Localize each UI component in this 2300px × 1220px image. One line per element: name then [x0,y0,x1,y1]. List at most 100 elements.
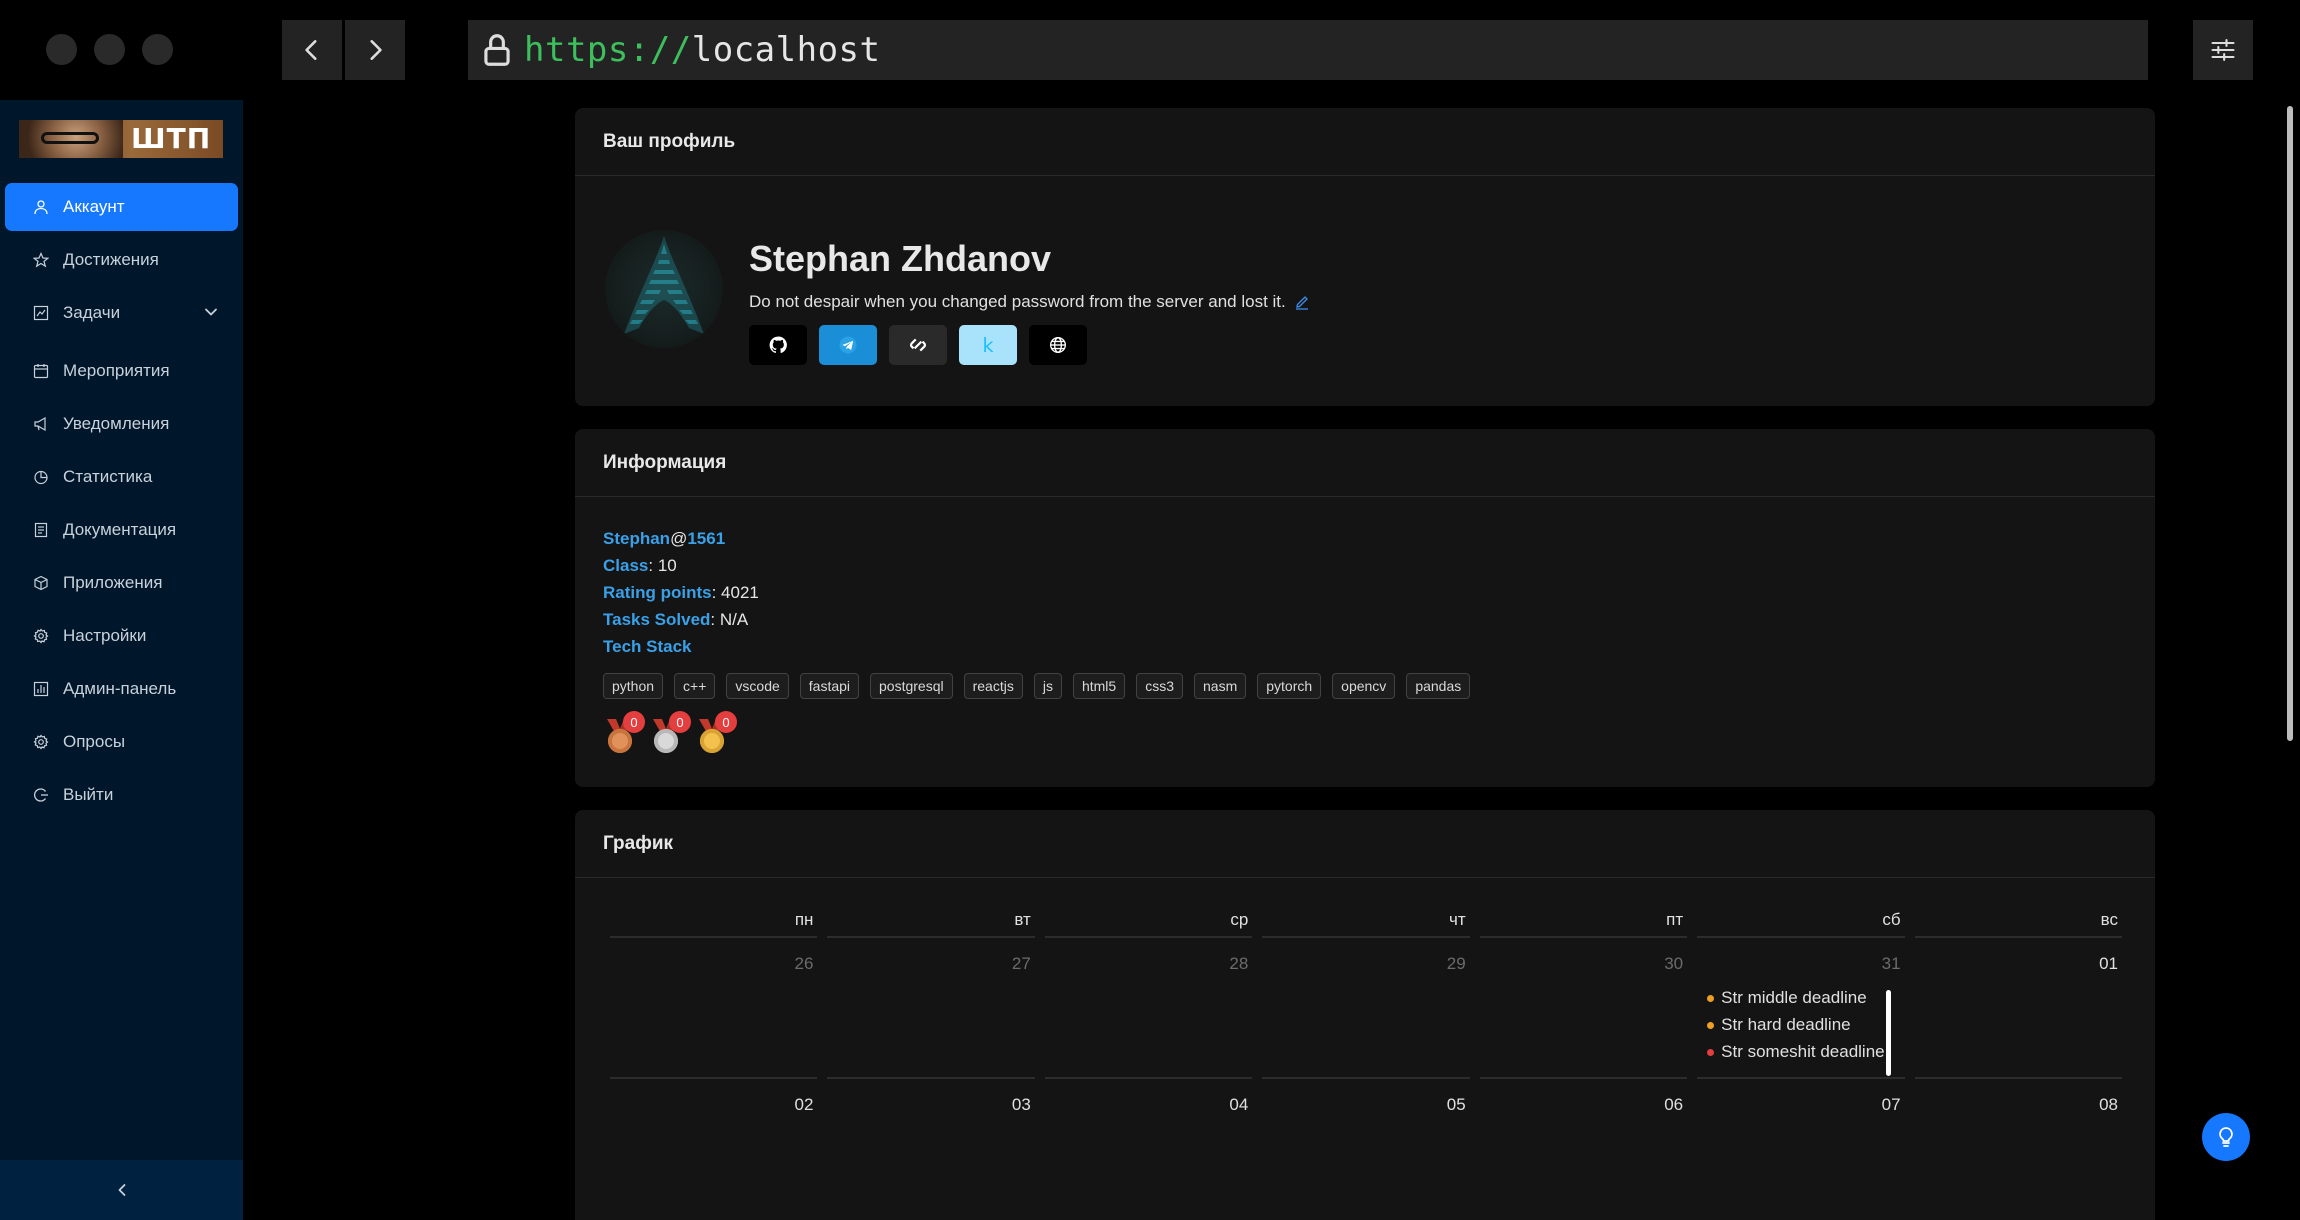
calendar-day-cell[interactable]: 06 [1480,1087,1687,1157]
globe-icon [1050,337,1066,353]
arch-logo-avatar-image [624,236,704,334]
calendar-day-cell[interactable]: 27 [827,946,1035,1079]
day-number: 05 [1446,1095,1466,1114]
calendar-event[interactable]: Str middle deadline [1705,984,1885,1011]
bronze-medal-icon [608,729,632,753]
calendar-day-cell[interactable]: 04 [1045,1087,1252,1157]
tasks-value: : N/A [710,610,749,629]
chevron-down-icon[interactable] [204,305,218,319]
sidebar-item-achievements[interactable]: Достижения [5,236,238,284]
sidebar-item-events[interactable]: Мероприятия [5,347,238,395]
logout-icon [34,788,48,802]
weekday-label: вс [1914,910,2122,938]
day-number: 30 [1664,954,1684,973]
calendar-day-cell[interactable]: 02 [610,1087,817,1157]
megaphone-icon [34,416,46,432]
document-icon [34,522,48,538]
class-value: : 10 [648,556,677,575]
silver-medal-icon [654,729,678,753]
gear-icon [33,734,49,750]
gear-icon [33,628,49,644]
rating-value: : 4021 [711,583,759,602]
site-logo[interactable]: ШТП [19,120,223,158]
sidebar-collapse-button[interactable] [0,1160,243,1220]
edit-pencil-icon[interactable] [1294,294,1310,310]
info-stack-row: Tech Stack [603,633,759,660]
sidebar-item-settings[interactable]: Настройки [5,612,238,660]
user-id-link[interactable]: 1561 [687,529,725,548]
events-scrollbar[interactable] [1885,990,1891,1076]
sidebar-item-logout[interactable]: Выйти [5,771,238,819]
weekday-label: чт [1262,910,1470,938]
calendar-day-cell[interactable]: 28 [1044,946,1253,1079]
sidebar-item-surveys[interactable]: Опросы [5,718,238,766]
stepik-button[interactable] [889,325,947,365]
sidebar-item-label: Документация [63,520,177,539]
sidebar-item-account[interactable]: Аккаунт [5,183,238,231]
tech-tag: js [1033,673,1062,699]
schedule-card: График пн вт ср чт пт сб вс 26 27 28 29 … [575,810,2155,1220]
sidebar-item-label: Настройки [63,626,147,645]
browser-settings-button[interactable] [2193,20,2253,80]
sidebar-item-documentation[interactable]: Документация [5,506,238,554]
calendar-day-cell[interactable]: 29 [1262,946,1470,1079]
calendar-event[interactable]: Str hard deadline [1705,1011,1885,1038]
page-scrollbar[interactable] [2287,106,2293,741]
weekday-label: пн [610,910,818,938]
logo-text: ШТП [131,122,212,155]
gold-medal-icon [700,729,724,753]
tech-stack-tags: python c++ vscode fastapi postgresql rea… [603,673,1471,699]
info-class-row: Class: 10 [603,552,759,579]
forward-button[interactable] [345,20,405,80]
window-close-dot[interactable] [46,34,77,65]
calendar-day-cell[interactable]: 05 [1262,1087,1469,1157]
profile-status-text: Do not despair when you changed password… [749,292,1286,311]
back-button[interactable] [282,20,342,80]
chevron-right-icon [370,40,382,60]
chart-icon [33,305,49,321]
day-number: 28 [1229,954,1249,973]
window-maximize-dot[interactable] [142,34,173,65]
weekday-label: ср [1044,910,1253,938]
sidebar: ШТП Аккаунт Достижения Задачи Мероприяти… [0,100,243,1220]
sidebar-item-applications[interactable]: Приложения [5,559,238,607]
day-number: 08 [2099,1095,2118,1114]
address-bar[interactable]: https://localhost [468,20,2148,80]
calendar-day-cell[interactable]: 03 [827,1087,1034,1157]
pie-chart-icon [34,470,48,485]
tech-tag: reactjs [963,673,1023,699]
browser-toolbar: https://localhost [0,0,2300,100]
tech-tag: c++ [674,673,716,699]
calendar-day-cell[interactable]: 07 [1697,1087,1904,1157]
medals-row: 0 0 0 [603,711,737,755]
info-card-title: Информация [575,429,2155,497]
svg-text:k: k [982,336,994,354]
calendar-day-cell[interactable]: 31 Str middle deadline Str hard deadline… [1697,946,1905,1079]
info-details: Stephan@1561 Class: 10 Rating points: 40… [603,525,759,660]
tips-button[interactable] [2202,1113,2250,1161]
tech-tag: pandas [1406,673,1471,699]
info-card: Информация Stephan@1561 Class: 10 Rating… [575,429,2155,787]
sidebar-item-statistics[interactable]: Статистика [5,453,238,501]
user-icon [34,200,48,215]
lightbulb-icon [2219,1127,2233,1147]
sidebar-item-notifications[interactable]: Уведомления [5,400,238,448]
calendar-event[interactable]: Str someshit deadline [1705,1038,1885,1065]
telegram-button[interactable] [819,325,877,365]
logo-glasses [41,132,99,144]
sidebar-item-tasks[interactable]: Задачи [5,289,238,337]
github-button[interactable] [749,325,807,365]
tech-tag: fastapi [799,673,860,699]
website-button[interactable] [1029,325,1087,365]
calendar-day-cell[interactable]: 08 [1915,1087,2122,1157]
username-link[interactable]: Stephan [603,529,670,548]
calendar-day-cell[interactable]: 01 [1914,946,2122,1079]
calendar-day-cell[interactable]: 30 [1479,946,1688,1079]
weekday-label: сб [1697,910,1905,938]
sidebar-item-label: Статистика [63,467,153,486]
calendar-day-cell[interactable]: 26 [610,946,818,1079]
kaggle-button[interactable]: k [959,325,1017,365]
sidebar-item-admin-panel[interactable]: Админ-панель [5,665,238,713]
window-minimize-dot[interactable] [94,34,125,65]
day-number: 03 [1011,1095,1031,1114]
